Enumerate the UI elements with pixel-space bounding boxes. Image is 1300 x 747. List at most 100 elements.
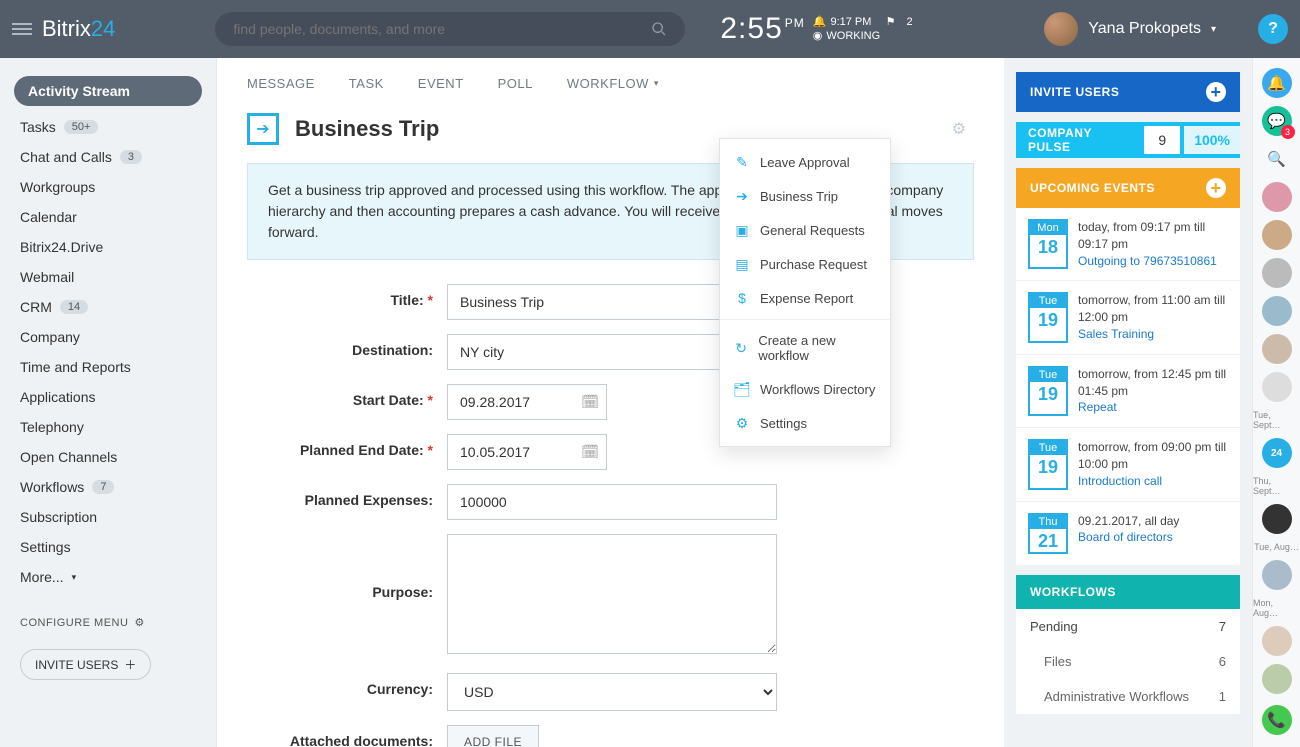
configure-menu[interactable]: CONFIGURE MENU⚙ [20, 616, 196, 629]
contact-avatar[interactable] [1262, 258, 1292, 288]
bitrix24-icon[interactable]: 24 [1262, 438, 1292, 468]
sidebar-item-settings[interactable]: Settings [0, 532, 216, 562]
wf-menu-settings[interactable]: ⚙Settings [720, 406, 890, 440]
invite-users-header: INVITE USERS [1030, 85, 1119, 99]
wf-menu-general-requests[interactable]: ▣General Requests [720, 213, 890, 247]
expenses-field[interactable] [447, 484, 777, 520]
event-item[interactable]: Tue19tomorrow, from 09:00 pm till 10:00 … [1016, 427, 1240, 500]
add-file-button[interactable]: ADD FILE [447, 725, 539, 747]
rail-time: Mon, Aug… [1253, 598, 1300, 618]
workflow-row[interactable]: Administrative Workflows1 [1016, 679, 1240, 714]
event-item[interactable]: Tue19tomorrow, from 11:00 am till 12:00 … [1016, 280, 1240, 353]
help-button[interactable]: ? [1258, 14, 1288, 44]
clock-widget[interactable]: 2:55PM 🔔9:17 PM ⚑ 2 ◉WORKING [720, 12, 912, 46]
contact-avatar[interactable] [1262, 560, 1292, 590]
tab-event[interactable]: EVENT [418, 76, 464, 91]
menu-icon: ⚙ [734, 415, 750, 431]
sidebar-item-open-channels[interactable]: Open Channels [0, 442, 216, 472]
clock-icon: 🔔 [813, 15, 827, 29]
purpose-field[interactable] [447, 534, 777, 654]
right-panel: INVITE USERS+ COMPANY PULSE 9 100% UPCOM… [1004, 58, 1252, 747]
event-item[interactable]: Tue19tomorrow, from 12:45 pm till 01:45 … [1016, 354, 1240, 427]
sidebar-item-applications[interactable]: Applications [0, 382, 216, 412]
currency-select[interactable]: USD [447, 673, 777, 711]
phone-icon[interactable]: 📞 [1262, 705, 1292, 735]
rail-time: Thu, Sept… [1253, 476, 1300, 496]
bell-icon[interactable]: 🔔 [1262, 68, 1292, 98]
menu-icon: ➔ [734, 188, 750, 204]
event-date: Tue19 [1028, 292, 1068, 342]
user-menu[interactable]: Yana Prokopets ▾ [1044, 12, 1216, 46]
sidebar-item-crm[interactable]: CRM14 [0, 292, 216, 322]
contact-avatar[interactable] [1262, 220, 1292, 250]
left-sidebar: Activity StreamTasks50+Chat and Calls3Wo… [0, 58, 216, 747]
wf-menu-create-a-new-workflow[interactable]: ↻Create a new workflow [720, 324, 890, 372]
global-search[interactable] [215, 12, 685, 46]
sidebar-item-subscription[interactable]: Subscription [0, 502, 216, 532]
event-date: Thu21 [1028, 513, 1068, 554]
chat-icon[interactable]: 💬3 [1262, 106, 1292, 136]
plus-icon: ＋ [124, 656, 136, 673]
contact-avatar[interactable] [1262, 182, 1292, 212]
wf-menu-expense-report[interactable]: $Expense Report [720, 281, 890, 315]
event-item[interactable]: Thu2109.21.2017, all dayBoard of directo… [1016, 501, 1240, 565]
sidebar-item-telephony[interactable]: Telephony [0, 412, 216, 442]
sidebar-item-webmail[interactable]: Webmail [0, 262, 216, 292]
sidebar-item-company[interactable]: Company [0, 322, 216, 352]
tab-message[interactable]: MESSAGE [247, 76, 315, 91]
event-date: Tue19 [1028, 366, 1068, 416]
gear-icon[interactable]: ⚙ [952, 119, 966, 139]
search-input[interactable] [233, 21, 651, 37]
wf-menu-purchase-request[interactable]: ▤Purchase Request [720, 247, 890, 281]
contact-avatar[interactable] [1262, 664, 1292, 694]
sidebar-item-tasks[interactable]: Tasks50+ [0, 112, 216, 142]
search-icon[interactable]: 🔍 [1262, 144, 1292, 174]
wf-menu-leave-approval[interactable]: ✎Leave Approval [720, 145, 890, 179]
rail-time: Tue, Sept… [1253, 410, 1300, 430]
wf-menu-business-trip[interactable]: ➔Business Trip [720, 179, 890, 213]
brand-logo[interactable]: Bitrix24 [42, 16, 115, 42]
sidebar-item-workgroups[interactable]: Workgroups [0, 172, 216, 202]
workflow-row[interactable]: Files6 [1016, 644, 1240, 679]
contact-avatar[interactable] [1262, 626, 1292, 656]
chevron-down-icon: ▾ [654, 78, 659, 89]
menu-icon: $ [734, 290, 750, 306]
start-date-field[interactable] [447, 384, 607, 420]
sidebar-item-workflows[interactable]: Workflows7 [0, 472, 216, 502]
sidebar-item-activity-stream[interactable]: Activity Stream [14, 76, 202, 106]
workflow-row[interactable]: Pending7 [1016, 609, 1240, 644]
contact-avatar[interactable] [1262, 372, 1292, 402]
workflow-dropdown: ✎Leave Approval➔Business Trip▣General Re… [719, 138, 891, 447]
sidebar-item-more-[interactable]: More...▾ [0, 562, 216, 592]
event-date: Mon18 [1028, 219, 1068, 269]
flag-icon: ⚑ [886, 15, 896, 29]
event-item[interactable]: Mon18today, from 09:17 pm till 09:17 pmO… [1016, 208, 1240, 280]
sidebar-item-bitrix24-drive[interactable]: Bitrix24.Drive [0, 232, 216, 262]
record-icon: ◉ [813, 29, 823, 43]
user-avatar [1044, 12, 1078, 46]
contact-avatar[interactable] [1262, 504, 1292, 534]
tab-task[interactable]: TASK [349, 76, 384, 91]
menu-icon: ▤ [734, 256, 750, 272]
contact-avatar[interactable] [1262, 334, 1292, 364]
tab-poll[interactable]: POLL [498, 76, 533, 91]
chevron-down-icon: ▾ [1211, 24, 1216, 35]
contact-avatar[interactable] [1262, 296, 1292, 326]
invite-users-sidebar[interactable]: INVITE USERS＋ [20, 649, 151, 680]
company-pulse[interactable]: COMPANY PULSE 9 100% [1016, 122, 1240, 158]
invite-users-add[interactable]: + [1206, 82, 1226, 102]
wf-menu-workflows-directory[interactable]: 🗂Workflows Directory [720, 372, 890, 406]
menu-icon: ▣ [734, 222, 750, 238]
menu-toggle[interactable] [12, 20, 32, 38]
menu-icon: 🗂 [734, 381, 750, 397]
add-event[interactable]: + [1206, 178, 1226, 198]
sidebar-item-chat-and-calls[interactable]: Chat and Calls3 [0, 142, 216, 172]
end-date-field[interactable] [447, 434, 607, 470]
tab-workflow[interactable]: WORKFLOW▾ [567, 76, 659, 91]
sidebar-item-time-and-reports[interactable]: Time and Reports [0, 352, 216, 382]
search-icon[interactable] [651, 21, 667, 37]
rail-time: Tue, Aug… [1254, 542, 1299, 552]
sidebar-item-calendar[interactable]: Calendar [0, 202, 216, 232]
event-date: Tue19 [1028, 439, 1068, 489]
page-title: Business Trip [295, 116, 439, 142]
